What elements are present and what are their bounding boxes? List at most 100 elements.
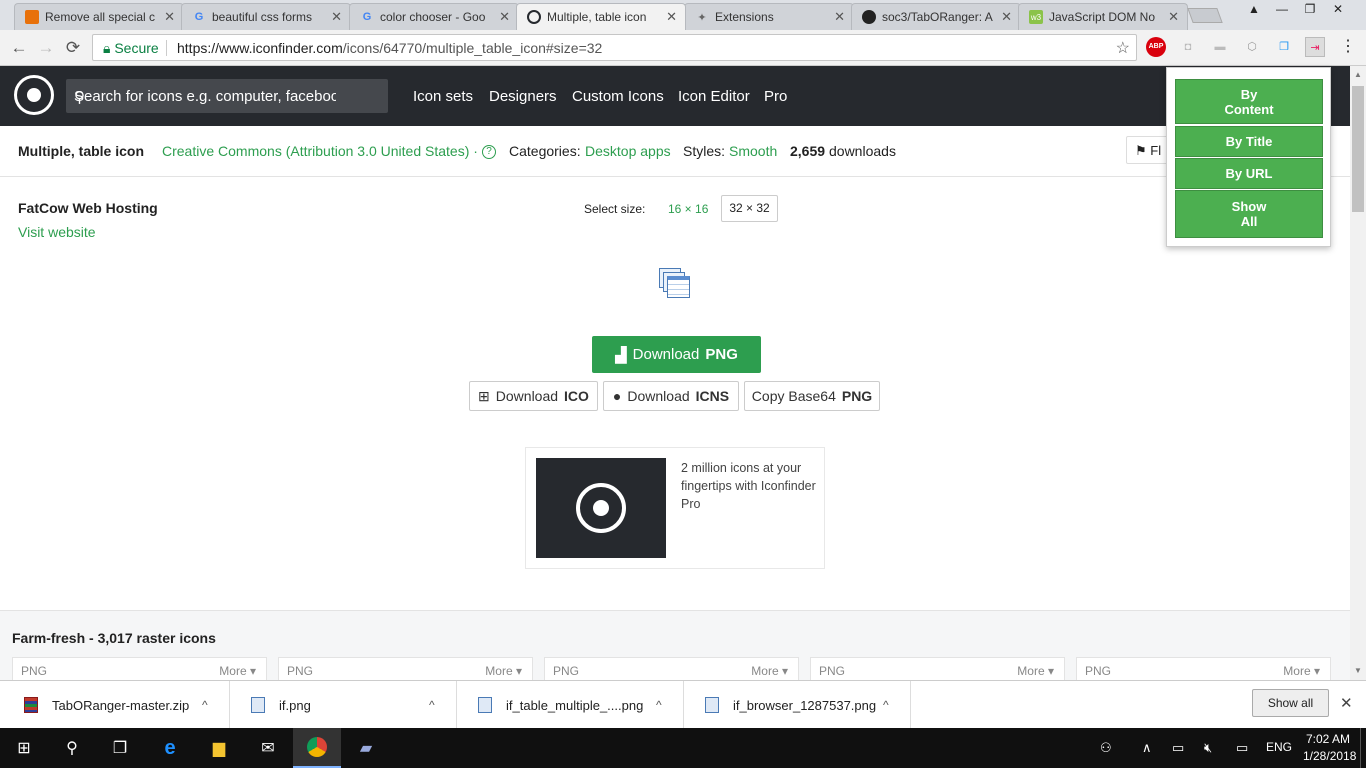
language-indicator[interactable]: ENG [1266, 740, 1292, 754]
nav-designers[interactable]: Designers [489, 88, 557, 105]
close-icon[interactable]: ✕ [666, 9, 677, 25]
iconset-card[interactable]: PNG More ▾ [544, 657, 799, 681]
windows-icon: ⊞ [478, 387, 490, 404]
mail-icon[interactable]: ✉ [244, 728, 292, 768]
reload-button[interactable]: ⟳ [62, 38, 84, 58]
battery-icon[interactable]: ▭ [1172, 740, 1184, 756]
clock-date[interactable]: 1/28/2018 [1303, 749, 1356, 763]
search-input[interactable]: Search for icons e.g. computer, faceboo … [66, 79, 388, 113]
license-link[interactable]: Creative Commons (Attribution 3.0 United… [162, 143, 478, 159]
chevron-up-icon[interactable]: ∧ [1142, 740, 1152, 756]
task-view-icon[interactable]: ❐ [96, 728, 144, 768]
file-explorer-icon[interactable]: ▆ [195, 728, 243, 768]
camera-icon[interactable]: ◘ [1178, 37, 1198, 57]
bookmark-star-icon[interactable]: ☆ [1116, 38, 1130, 58]
forward-button[interactable]: → [35, 38, 57, 58]
close-window-button[interactable]: ✕ [1324, 0, 1352, 18]
volume-muted-icon[interactable]: 🔇︎ [1204, 740, 1212, 756]
adblock-icon[interactable]: ABP [1146, 37, 1166, 57]
close-icon[interactable]: ✕ [1001, 9, 1012, 25]
search-icon[interactable]: ⚲ [48, 728, 96, 768]
tab-github-taboranger[interactable]: soc3/TabORanger: A ✕ [851, 3, 1021, 30]
close-icon[interactable]: ✕ [164, 9, 175, 25]
chevron-up-icon[interactable]: ^ [202, 698, 208, 712]
nav-custom-icons[interactable]: Custom Icons [572, 88, 664, 105]
iconset-title[interactable]: Farm-fresh - 3,017 raster icons [12, 630, 216, 646]
download-item[interactable]: if_browser_1287537.png ^ [685, 681, 911, 729]
back-button[interactable]: ← [8, 38, 30, 58]
user-icon[interactable]: ▲ [1240, 0, 1268, 18]
category-link[interactable]: Desktop apps [585, 143, 671, 159]
iconset-card[interactable]: PNG More ▾ [1076, 657, 1331, 681]
chevron-up-icon[interactable]: ^ [656, 698, 662, 712]
download-png-button[interactable]: ▟ Download PNG [592, 336, 761, 373]
scroll-up-icon[interactable]: ▲ [1354, 70, 1362, 79]
chevron-up-icon[interactable]: ^ [883, 698, 889, 712]
network-icon[interactable]: ▭ [1236, 740, 1248, 756]
download-item[interactable]: if.png ^ [231, 681, 457, 729]
show-all-downloads-button[interactable]: Show all [1252, 689, 1329, 717]
nav-icon-editor[interactable]: Icon Editor [678, 88, 750, 105]
nav-pro[interactable]: Pro [764, 88, 787, 105]
download-item[interactable]: TabORanger-master.zip ^ [4, 681, 230, 729]
tabs-icon[interactable]: ❐ [1274, 37, 1294, 57]
close-icon[interactable]: ✕ [499, 9, 510, 25]
new-tab-button[interactable] [1187, 8, 1223, 23]
size-option-16[interactable]: 16 × 16 [668, 202, 708, 216]
scrollbar-thumb[interactable] [1352, 86, 1364, 212]
nav-icon-sets[interactable]: Icon sets [413, 88, 473, 105]
tab-color-chooser[interactable]: G color chooser - Goo ✕ [349, 3, 519, 30]
by-content-button[interactable]: By Content [1175, 79, 1323, 124]
download-ico-button[interactable]: ⊞ Download ICO [469, 381, 598, 411]
iconset-card[interactable]: PNG More ▾ [12, 657, 267, 681]
notepad-icon[interactable]: ▰ [342, 728, 390, 768]
card-more[interactable]: More ▾ [1283, 664, 1320, 678]
card-more[interactable]: More ▾ [219, 664, 256, 678]
iconset-card[interactable]: PNG More ▾ [810, 657, 1065, 681]
chrome-icon[interactable] [293, 728, 341, 768]
card-more[interactable]: More ▾ [485, 664, 522, 678]
chevron-up-icon[interactable]: ^ [429, 698, 435, 712]
maximize-button[interactable]: ❐ [1296, 0, 1324, 18]
visit-website-link[interactable]: Visit website [18, 224, 96, 240]
address-bar[interactable]: 🔒︎ Secure https://www.iconfinder.com/ico… [92, 34, 1137, 61]
close-icon[interactable]: ✕ [1340, 694, 1353, 712]
card-more[interactable]: More ▾ [751, 664, 788, 678]
close-icon[interactable]: ✕ [834, 9, 845, 25]
tab-remove-special-chars[interactable]: Remove all special c ✕ [14, 3, 184, 30]
pro-promo-card[interactable]: 2 million icons at your fingertips with … [525, 447, 825, 569]
copy-base64-button[interactable]: Copy Base64 PNG [744, 381, 880, 411]
cube-icon[interactable]: ⬡ [1242, 37, 1262, 57]
by-title-button[interactable]: By Title [1175, 126, 1323, 157]
scroll-down-icon[interactable]: ▼ [1354, 666, 1362, 675]
people-icon[interactable]: ⚇ [1100, 740, 1112, 756]
clock-time[interactable]: 7:02 AM [1306, 732, 1350, 746]
help-icon[interactable]: ? [482, 145, 496, 159]
download-item[interactable]: if_table_multiple_....png ^ [458, 681, 684, 729]
show-desktop-button[interactable] [1360, 728, 1366, 768]
iconset-card[interactable]: PNG More ▾ [278, 657, 533, 681]
windows-start-icon[interactable]: ⊞ [0, 728, 48, 768]
style-link[interactable]: Smooth [729, 143, 777, 159]
close-icon[interactable]: ✕ [331, 9, 342, 25]
edge-browser-icon[interactable]: e [146, 728, 194, 768]
secure-indicator[interactable]: 🔒︎ Secure [103, 40, 159, 57]
size-option-32[interactable]: 32 × 32 [721, 195, 778, 222]
extension-icon[interactable]: ▬ [1210, 37, 1230, 57]
download-icns-button[interactable]: ● Download ICNS [603, 381, 739, 411]
page-scrollbar[interactable]: ▲ ▼ [1350, 66, 1366, 680]
tab-javascript-dom[interactable]: w3 JavaScript DOM No ✕ [1018, 3, 1188, 30]
by-url-button[interactable]: By URL [1175, 158, 1323, 189]
tab-beautiful-css-forms[interactable]: G beautiful css forms ✕ [181, 3, 351, 30]
tab-multiple-table-icon[interactable]: Multiple, table icon ✕ [516, 3, 686, 30]
iconfinder-logo[interactable] [14, 75, 54, 115]
card-more[interactable]: More ▾ [1017, 664, 1054, 678]
minimize-button[interactable]: — [1268, 0, 1296, 18]
url-text[interactable]: https://www.iconfinder.com/icons/64770/m… [177, 40, 602, 56]
close-icon[interactable]: ✕ [1168, 9, 1179, 25]
tab-extensions[interactable]: ✦ Extensions ✕ [684, 3, 854, 30]
search-icon[interactable]: ⚲ [74, 88, 336, 106]
taboranger-extension-icon[interactable]: ⇥ [1305, 37, 1325, 57]
show-all-button[interactable]: Show All [1175, 190, 1323, 238]
menu-icon[interactable]: ⋮ [1338, 37, 1358, 57]
